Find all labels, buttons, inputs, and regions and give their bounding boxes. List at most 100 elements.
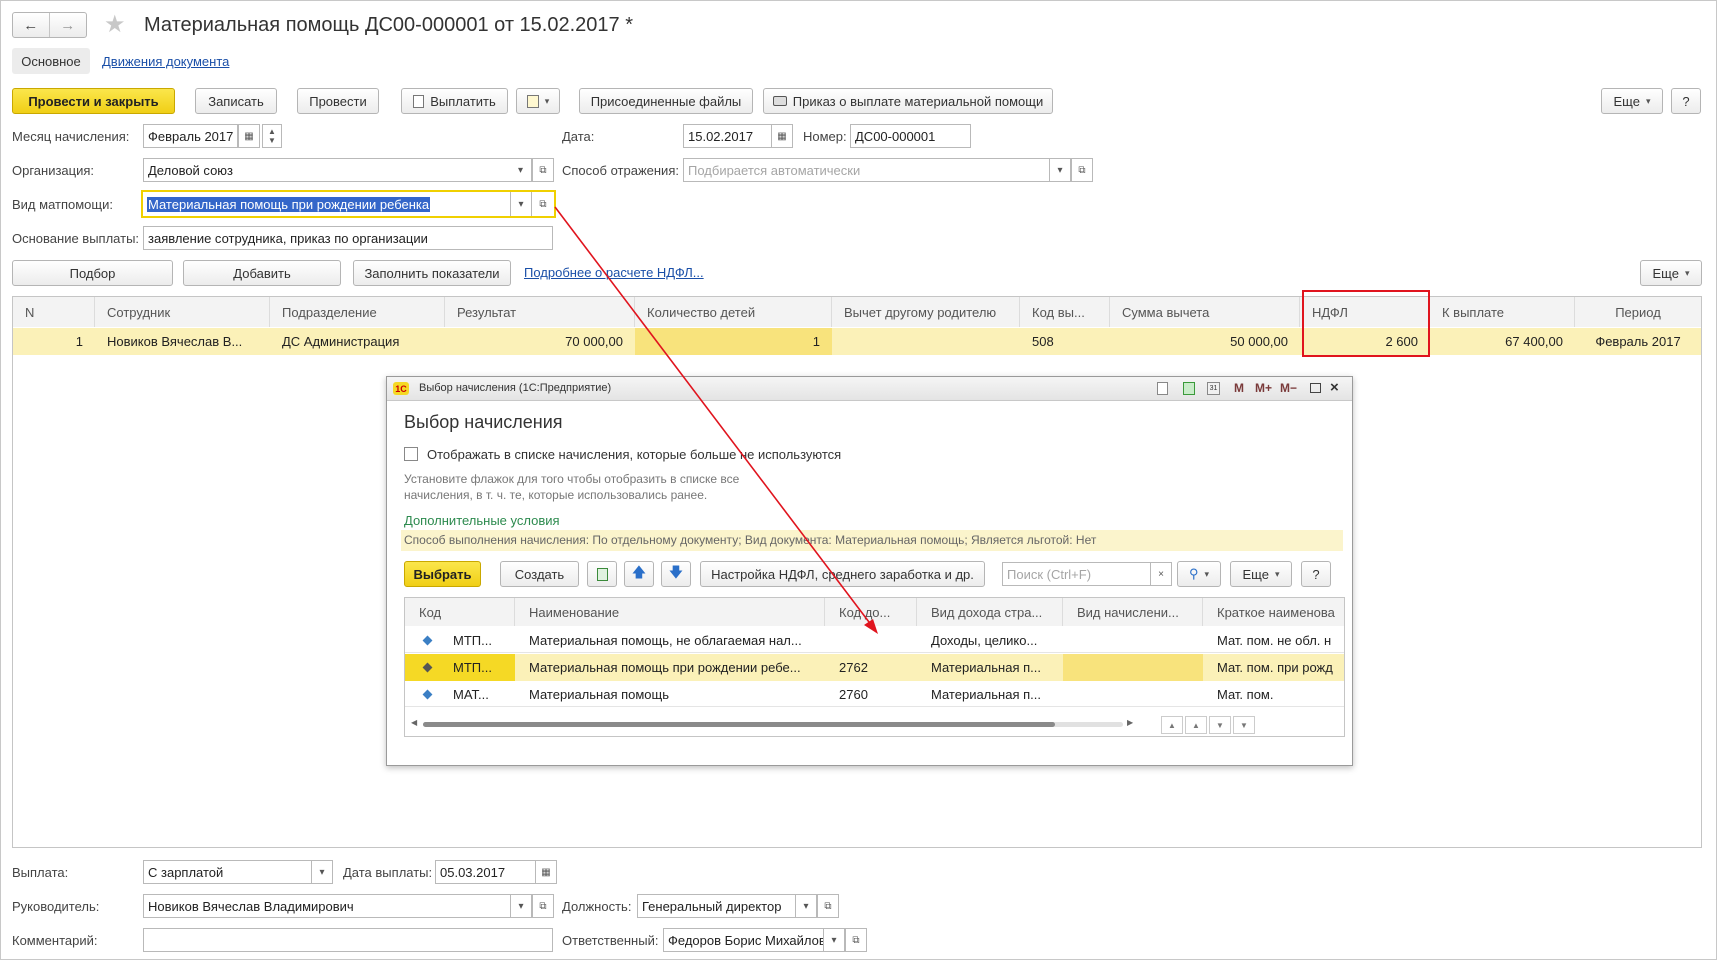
col-n[interactable]: N xyxy=(13,297,95,327)
tab-main[interactable]: Основное xyxy=(12,48,90,74)
month-field[interactable]: Февраль 2017 xyxy=(143,124,238,148)
ndfl-details-link[interactable]: Подробнее о расчете НДФЛ... xyxy=(524,265,704,280)
scroll-up-icon[interactable]: ▲ xyxy=(1185,716,1207,734)
col-to-pay[interactable]: К выплате xyxy=(1430,297,1575,327)
show-unused-checkbox[interactable] xyxy=(404,447,418,461)
table-row[interactable]: 1 Новиков Вячеслав В... ДС Администрация… xyxy=(13,328,1701,355)
stepper-down-icon[interactable]: ▼ xyxy=(268,136,276,145)
date-field[interactable]: 15.02.2017 xyxy=(683,124,773,148)
col-children-count[interactable]: Количество детей xyxy=(635,297,832,327)
titlebar-doc-icon[interactable] xyxy=(1157,382,1168,395)
col-period[interactable]: Период xyxy=(1575,297,1701,327)
payment-basis-field[interactable]: заявление сотрудника, приказ по организа… xyxy=(143,226,553,250)
scroll-left-icon[interactable]: ◀ xyxy=(411,718,417,727)
memory-plus-icon[interactable]: M+ xyxy=(1255,381,1272,395)
scroll-first-icon[interactable]: ▲ xyxy=(1161,716,1183,734)
print-forms-dropdown[interactable]: ▾ xyxy=(516,88,560,114)
payment-order-button[interactable]: Приказ о выплате материальной помощи xyxy=(763,88,1053,114)
tab-document-movements[interactable]: Движения документа xyxy=(102,54,229,69)
chevron-down-icon[interactable]: ▾ xyxy=(510,894,532,918)
chevron-down-icon[interactable]: ▾ xyxy=(1049,158,1071,182)
scroll-down-icon[interactable]: ▼ xyxy=(1209,716,1231,734)
dialog-more-button[interactable]: Еще ▾ xyxy=(1230,561,1292,587)
chevron-down-icon[interactable]: ▾ xyxy=(510,192,532,216)
open-icon[interactable]: ⧉ xyxy=(845,928,867,952)
move-up-icon[interactable]: 🡅 xyxy=(624,561,654,587)
open-icon[interactable]: ⧉ xyxy=(817,894,839,918)
open-icon[interactable]: ⧉ xyxy=(532,192,554,216)
horizontal-scrollbar[interactable]: ◀ ▶ xyxy=(411,717,1136,731)
open-icon[interactable]: ⧉ xyxy=(532,894,554,918)
table-more-button[interactable]: Еще ▾ xyxy=(1640,260,1702,286)
dialog-help-button[interactable]: ? xyxy=(1301,561,1331,587)
reflection-method-field[interactable]: Подбирается автоматически xyxy=(683,158,1051,182)
col-short-name[interactable]: Краткое наименова xyxy=(1203,598,1344,626)
calendar-icon[interactable]: 31 xyxy=(1207,382,1220,395)
more-button[interactable]: Еще ▾ xyxy=(1601,88,1663,114)
col-other-parent-deduction[interactable]: Вычет другому родителю xyxy=(832,297,1020,327)
organization-field[interactable]: Деловой союз xyxy=(143,158,512,182)
aid-type-field[interactable]: Материальная помощь при рождении ребенка xyxy=(143,192,512,216)
head-field[interactable]: Новиков Вячеслав Владимирович xyxy=(143,894,512,918)
calendar-icon[interactable]: ▦ xyxy=(535,860,557,884)
back-arrow-icon[interactable]: ← xyxy=(13,13,50,37)
col-name[interactable]: Наименование xyxy=(515,598,825,626)
ndfl-settings-button[interactable]: Настройка НДФЛ, среднего заработка и др. xyxy=(700,561,985,587)
pay-button[interactable]: Выплатить xyxy=(401,88,508,114)
chevron-down-icon[interactable]: ▾ xyxy=(795,894,817,918)
create-button[interactable]: Создать xyxy=(500,561,579,587)
calendar-icon[interactable]: ▦ xyxy=(238,124,260,148)
col-income-type[interactable]: Вид дохода стра... xyxy=(917,598,1063,626)
maximize-icon[interactable] xyxy=(1310,383,1321,393)
move-down-icon[interactable]: 🡇 xyxy=(661,561,691,587)
open-icon[interactable]: ⧉ xyxy=(532,158,554,182)
scroll-right-icon[interactable]: ▶ xyxy=(1127,718,1133,727)
scroll-last-icon[interactable]: ▼ xyxy=(1233,716,1255,734)
chevron-down-icon[interactable]: ▾ xyxy=(311,860,333,884)
chevron-down-icon[interactable]: ▾ xyxy=(823,928,845,952)
add-button[interactable]: Добавить xyxy=(183,260,341,286)
help-button[interactable]: ? xyxy=(1671,88,1701,114)
col-deduction-code[interactable]: Код вы... xyxy=(1020,297,1110,327)
calendar-icon[interactable]: ▦ xyxy=(771,124,793,148)
close-icon[interactable]: × xyxy=(1330,379,1339,396)
choose-button[interactable]: Выбрать xyxy=(404,561,481,587)
comment-field[interactable] xyxy=(143,928,553,952)
list-item-selected[interactable]: МТП... Материальная помощь при рождении … xyxy=(405,654,1344,681)
chevron-down-icon[interactable]: ▾ xyxy=(510,158,532,182)
save-button[interactable]: Записать xyxy=(195,88,277,114)
col-accrual-type[interactable]: Вид начислени... xyxy=(1063,598,1203,626)
stepper-up-icon[interactable]: ▲ xyxy=(268,127,276,136)
scroll-thumb[interactable] xyxy=(423,722,1055,727)
memory-minus-icon[interactable]: M− xyxy=(1280,381,1297,395)
favorite-star-icon[interactable]: ★ xyxy=(104,10,126,39)
selection-button[interactable]: Подбор xyxy=(12,260,173,286)
col-income-code[interactable]: Код до... xyxy=(825,598,917,626)
payment-field[interactable]: С зарплатой xyxy=(143,860,313,884)
post-and-close-button[interactable]: Провести и закрыть xyxy=(12,88,175,114)
month-stepper[interactable]: ▲ ▼ xyxy=(262,124,282,148)
calculator-icon[interactable] xyxy=(1183,382,1195,395)
number-field[interactable]: ДС00-000001 xyxy=(850,124,971,148)
col-code[interactable]: Код xyxy=(405,598,515,626)
post-button[interactable]: Провести xyxy=(297,88,379,114)
list-item[interactable]: МТП... Материальная помощь, не облагаема… xyxy=(405,627,1344,653)
list-item[interactable]: МАТ... Материальная помощь 2760 Материал… xyxy=(405,681,1344,707)
col-deduction-sum[interactable]: Сумма вычета xyxy=(1110,297,1300,327)
cell-children-count[interactable]: 1 xyxy=(635,328,832,355)
show-unused-label[interactable]: Отображать в списке начисления, которые … xyxy=(427,447,841,462)
open-icon[interactable]: ⧉ xyxy=(1071,158,1093,182)
col-result[interactable]: Результат xyxy=(445,297,635,327)
search-button[interactable]: ⚲ ▾ xyxy=(1177,561,1221,587)
pay-date-field[interactable]: 05.03.2017 xyxy=(435,860,537,884)
forward-arrow-icon[interactable]: → xyxy=(50,13,87,37)
position-field[interactable]: Генеральный директор xyxy=(637,894,797,918)
search-input[interactable]: Поиск (Ctrl+F) xyxy=(1002,562,1152,586)
col-department[interactable]: Подразделение xyxy=(270,297,445,327)
clear-search-icon[interactable]: × xyxy=(1150,562,1172,586)
copy-icon[interactable] xyxy=(587,561,617,587)
col-employee[interactable]: Сотрудник xyxy=(95,297,270,327)
memory-m-icon[interactable]: M xyxy=(1234,381,1244,395)
attached-files-button[interactable]: Присоединенные файлы xyxy=(579,88,753,114)
fill-indicators-button[interactable]: Заполнить показатели xyxy=(353,260,511,286)
